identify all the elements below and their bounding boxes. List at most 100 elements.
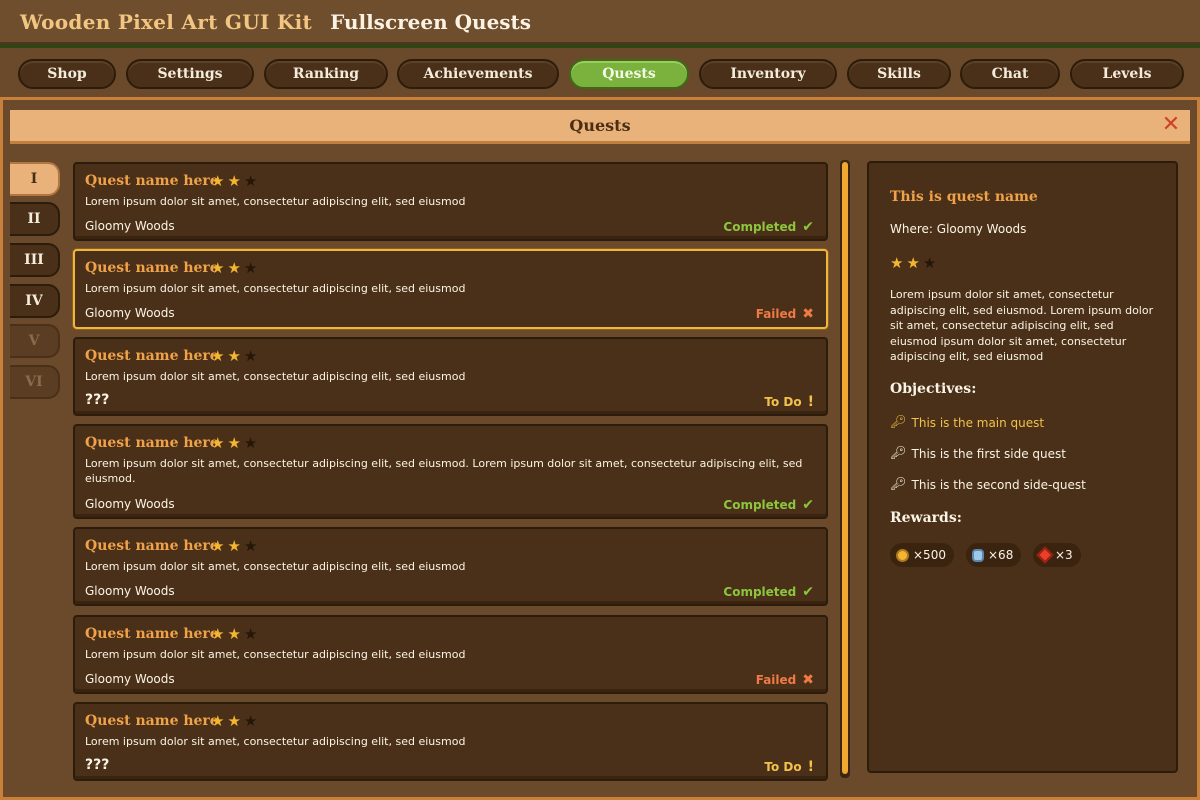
quest-description: Lorem ipsum dolor sit amet, consectetur …	[85, 370, 466, 383]
quest-stars: ★★★	[211, 172, 260, 190]
tab-levels[interactable]: Levels	[1070, 59, 1184, 89]
tab-shop[interactable]: Shop	[18, 59, 116, 89]
quest-location: Gloomy Woods	[85, 672, 175, 686]
quest-description: Lorem ipsum dolor sit amet, consectetur …	[85, 282, 466, 295]
quest-location: Gloomy Woods	[85, 219, 175, 233]
tab-inventory[interactable]: Inventory	[699, 59, 837, 89]
app-header: Wooden Pixel Art GUI Kit Fullscreen Ques…	[0, 0, 1200, 44]
side-tab-ii[interactable]: II	[10, 202, 60, 236]
status-label: To Do	[764, 395, 802, 409]
reward-amount: ×500	[913, 548, 946, 562]
side-tab-iv[interactable]: IV	[10, 284, 60, 318]
quest-stars: ★★★	[211, 434, 260, 452]
check-icon: ✔	[802, 584, 814, 600]
panel-title: Quests	[569, 116, 631, 135]
star-icon: ★	[227, 172, 244, 190]
quest-detail-panel: This is quest name Where: Gloomy Woods ★…	[867, 161, 1178, 773]
objectives-heading: Objectives:	[890, 381, 977, 397]
detail-title: This is quest name	[890, 189, 1038, 205]
quest-card[interactable]: Quest name here ★★★ Lorem ipsum dolor si…	[73, 249, 828, 329]
objective-side: 🔑︎ This is the second side-quest	[890, 477, 1086, 492]
star-empty-icon: ★	[243, 172, 261, 190]
star-icon: ★	[211, 712, 228, 730]
status-label: Failed	[755, 673, 797, 687]
star-icon: ★	[227, 712, 244, 730]
reward-amount: ×3	[1055, 548, 1073, 562]
blue-gem-icon	[972, 548, 984, 562]
quest-stars: ★★★	[211, 347, 260, 365]
quest-card[interactable]: Quest name here ★★★ Lorem ipsum dolor si…	[73, 702, 828, 781]
star-icon: ★	[211, 537, 228, 555]
quest-card[interactable]: Quest name here ★★★ Lorem ipsum dolor si…	[73, 615, 828, 694]
quest-description: Lorem ipsum dolor sit amet, consectetur …	[85, 735, 466, 748]
objective-side: 🔑︎ This is the first side quest	[890, 446, 1066, 461]
quest-name: Quest name here	[85, 348, 219, 364]
reward-amount: ×68	[988, 548, 1014, 562]
status-label: Completed	[723, 585, 797, 599]
objective-main: 🔑︎ This is the main quest	[890, 415, 1044, 430]
status-label: Failed	[755, 307, 797, 321]
detail-stars: ★★★	[890, 254, 939, 272]
quest-description: Lorem ipsum dolor sit amet, consectetur …	[85, 457, 803, 485]
quest-name: Quest name here	[85, 435, 219, 451]
side-tab-vi: VI	[10, 365, 60, 399]
quest-location: ???	[85, 392, 110, 408]
status-label: To Do	[764, 760, 802, 774]
quest-status: Completed ✔	[723, 219, 814, 235]
key-icon: 🔑︎	[890, 446, 907, 461]
tab-quests[interactable]: Quests	[569, 59, 689, 89]
quest-description: Lorem ipsum dolor sit amet, consectetur …	[85, 560, 466, 573]
star-icon: ★	[227, 537, 244, 555]
quest-status: Failed ✖	[756, 306, 814, 322]
scrollbar-thumb[interactable]	[842, 162, 848, 774]
quest-location: Gloomy Woods	[85, 584, 175, 598]
tab-ranking[interactable]: Ranking	[264, 59, 388, 89]
check-icon: ✔	[802, 497, 814, 513]
star-icon: ★	[227, 625, 244, 643]
exclamation-icon: !	[807, 759, 814, 775]
side-tab-i[interactable]: I	[10, 162, 60, 196]
brand-title: Wooden Pixel Art GUI Kit	[20, 10, 313, 34]
quest-card[interactable]: Quest name here ★★★ Lorem ipsum dolor si…	[73, 337, 828, 416]
check-icon: ✔	[802, 219, 814, 235]
side-tab-v: V	[10, 324, 60, 358]
rewards-heading: Rewards:	[890, 510, 962, 526]
main-nav: Shop Settings Ranking Achievements Quest…	[0, 48, 1200, 100]
quest-stars: ★★★	[211, 625, 260, 643]
star-icon: ★	[211, 259, 228, 277]
quest-description: Lorem ipsum dolor sit amet, consectetur …	[85, 195, 466, 208]
star-empty-icon: ★	[922, 254, 940, 272]
tab-chat[interactable]: Chat	[960, 59, 1060, 89]
side-tab-iii[interactable]: III	[10, 243, 60, 277]
cross-icon: ✖	[802, 306, 814, 322]
tab-settings[interactable]: Settings	[126, 59, 254, 89]
objective-label: This is the first side quest	[911, 446, 1066, 461]
quests-title-bar: Quests ✕	[10, 110, 1190, 144]
tab-achievements[interactable]: Achievements	[397, 59, 559, 89]
star-icon: ★	[211, 625, 228, 643]
quest-name: Quest name here	[85, 538, 219, 554]
coin-icon	[896, 548, 909, 562]
quest-stars: ★★★	[211, 259, 260, 277]
status-label: Completed	[723, 498, 797, 512]
detail-location: Where: Gloomy Woods	[890, 222, 1027, 236]
objective-label: This is the second side-quest	[911, 477, 1086, 492]
exclamation-icon: !	[807, 394, 814, 410]
star-icon: ★	[211, 434, 228, 452]
star-empty-icon: ★	[243, 625, 261, 643]
quest-card[interactable]: Quest name here ★★★ Lorem ipsum dolor si…	[73, 424, 828, 519]
close-icon[interactable]: ✕	[1160, 114, 1182, 136]
tab-skills[interactable]: Skills	[847, 59, 951, 89]
star-icon: ★	[211, 172, 228, 190]
cross-icon: ✖	[802, 672, 814, 688]
quest-name: Quest name here	[85, 260, 219, 276]
quest-name: Quest name here	[85, 626, 219, 642]
star-empty-icon: ★	[243, 537, 261, 555]
star-icon: ★	[227, 434, 244, 452]
quest-description: Lorem ipsum dolor sit amet, consectetur …	[85, 648, 466, 661]
detail-description: Lorem ipsum dolor sit amet, consectetur …	[890, 288, 1154, 364]
quest-card[interactable]: Quest name here ★★★ Lorem ipsum dolor si…	[73, 527, 828, 606]
star-empty-icon: ★	[243, 259, 261, 277]
quest-card[interactable]: Quest name here ★★★ Lorem ipsum dolor si…	[73, 162, 828, 241]
star-icon: ★	[227, 347, 244, 365]
